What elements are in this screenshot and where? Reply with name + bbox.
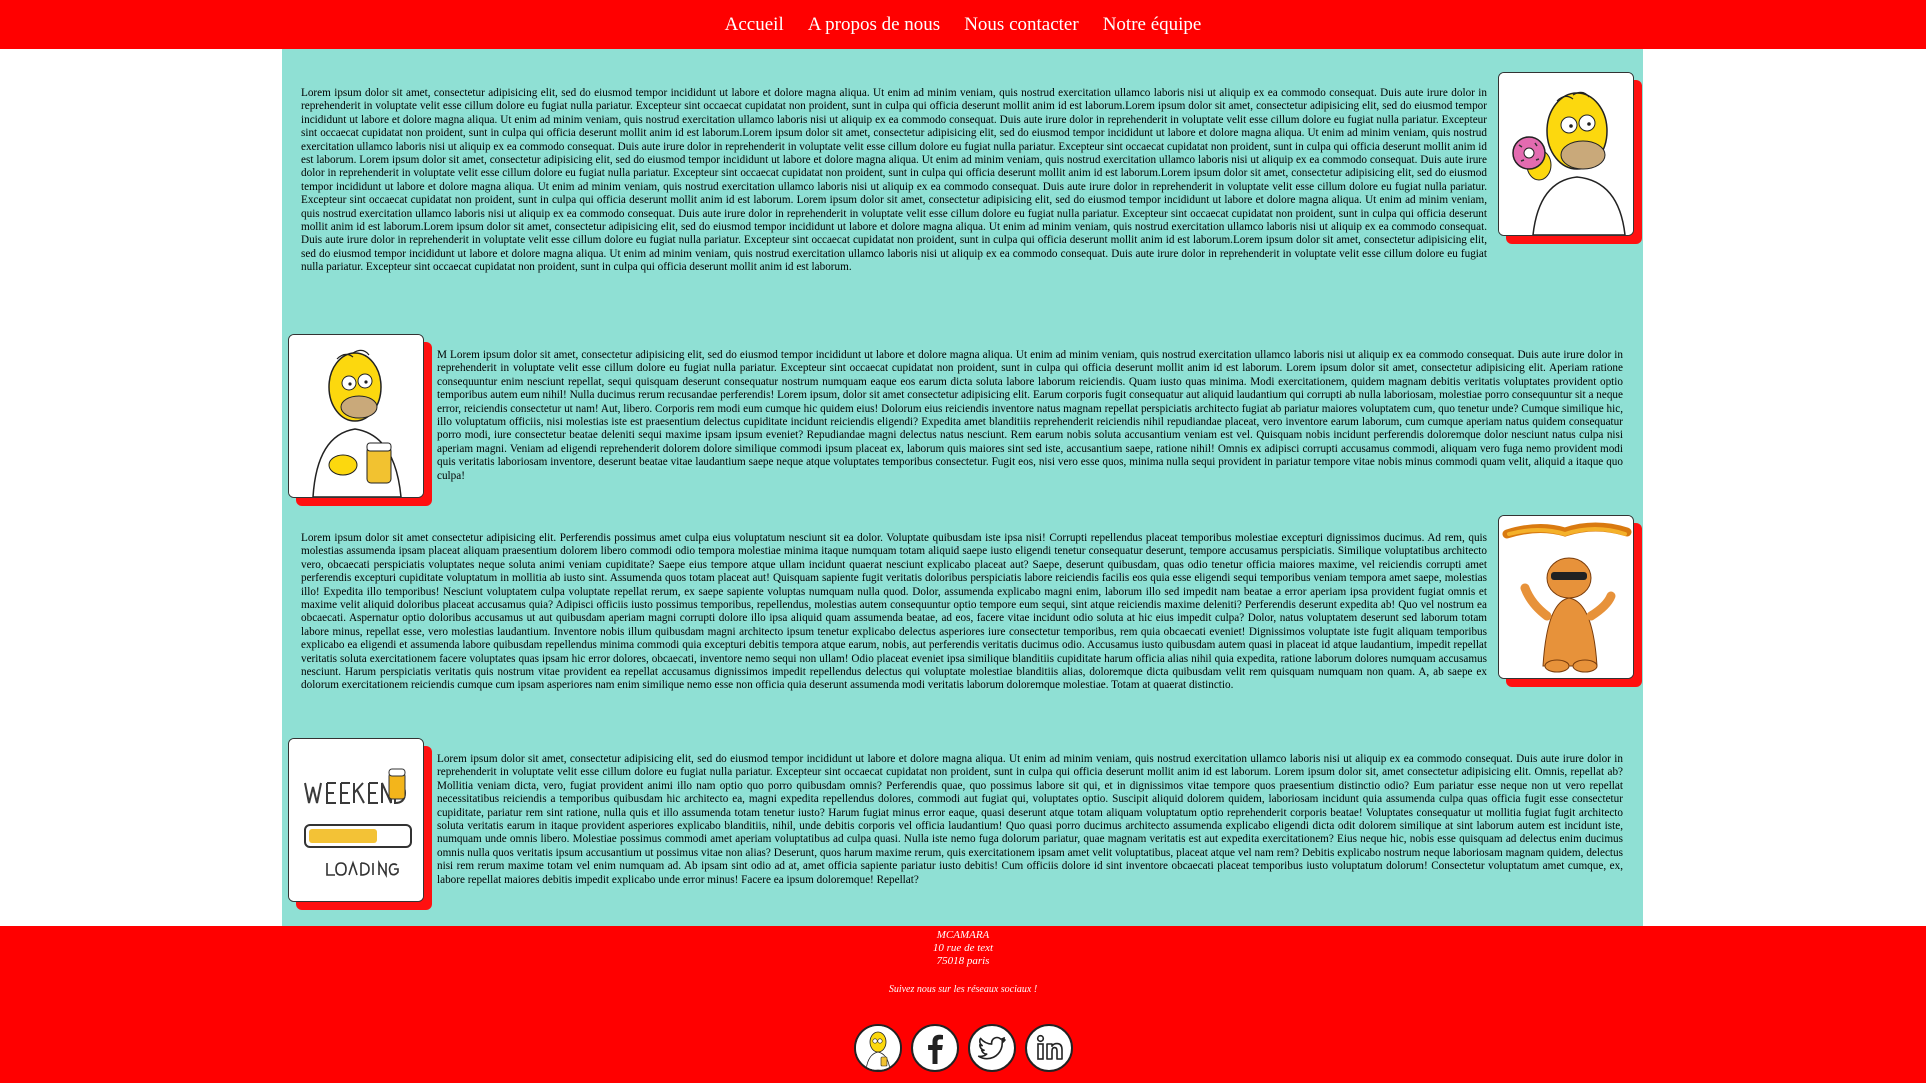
homer-beer-image <box>288 334 424 498</box>
homer-icon[interactable] <box>853 1024 902 1072</box>
top-navbar: Accueil A propos de nous Nous contacter … <box>0 0 1926 49</box>
social-links <box>0 1024 1926 1072</box>
content-section-1: Lorem ipsum dolor sit amet, consectetur … <box>282 49 1643 309</box>
nav-link-equipe[interactable]: Notre équipe <box>1103 14 1202 36</box>
homer-donut-image <box>1498 72 1634 236</box>
content-section-3: Lorem ipsum dolor sit amet consectetur a… <box>282 509 1643 729</box>
facebook-icon[interactable] <box>910 1024 959 1072</box>
nav-link-accueil[interactable]: Accueil <box>725 14 784 36</box>
content-section-4: Lorem ipsum dolor sit amet, consectetur … <box>282 729 1643 926</box>
nav-link-contact[interactable]: Nous contacter <box>964 14 1078 36</box>
content-section-2: M Lorem ipsum dolor sit amet, consectetu… <box>282 309 1643 509</box>
nav-link-a-propos[interactable]: A propos de nous <box>808 14 940 36</box>
section-1-text: Lorem ipsum dolor sit amet, consectetur … <box>301 87 1487 274</box>
main-content: Lorem ipsum dolor sit amet, consectetur … <box>282 49 1643 926</box>
footer-city: 75018 paris <box>936 955 990 967</box>
yeah-weekend-cat-image <box>1498 515 1634 679</box>
section-3-text: Lorem ipsum dolor sit amet consectetur a… <box>301 532 1487 692</box>
linkedin-icon[interactable] <box>1024 1024 1073 1072</box>
weekend-loading-image <box>288 738 424 902</box>
site-footer: MCAMARA 10 rue de text 75018 paris Suive… <box>0 926 1926 1083</box>
twitter-icon[interactable] <box>967 1024 1016 1072</box>
footer-address: MCAMARA 10 rue de text 75018 paris <box>0 926 1926 968</box>
footer-follow-text: Suivez nous sur les réseaux sociaux ! <box>888 984 1038 995</box>
footer-company-name: MCAMARA <box>936 929 990 941</box>
section-4-text: Lorem ipsum dolor sit amet, consectetur … <box>437 753 1623 886</box>
footer-street: 10 rue de text <box>932 942 994 954</box>
section-2-text: M Lorem ipsum dolor sit amet, consectetu… <box>437 349 1623 482</box>
